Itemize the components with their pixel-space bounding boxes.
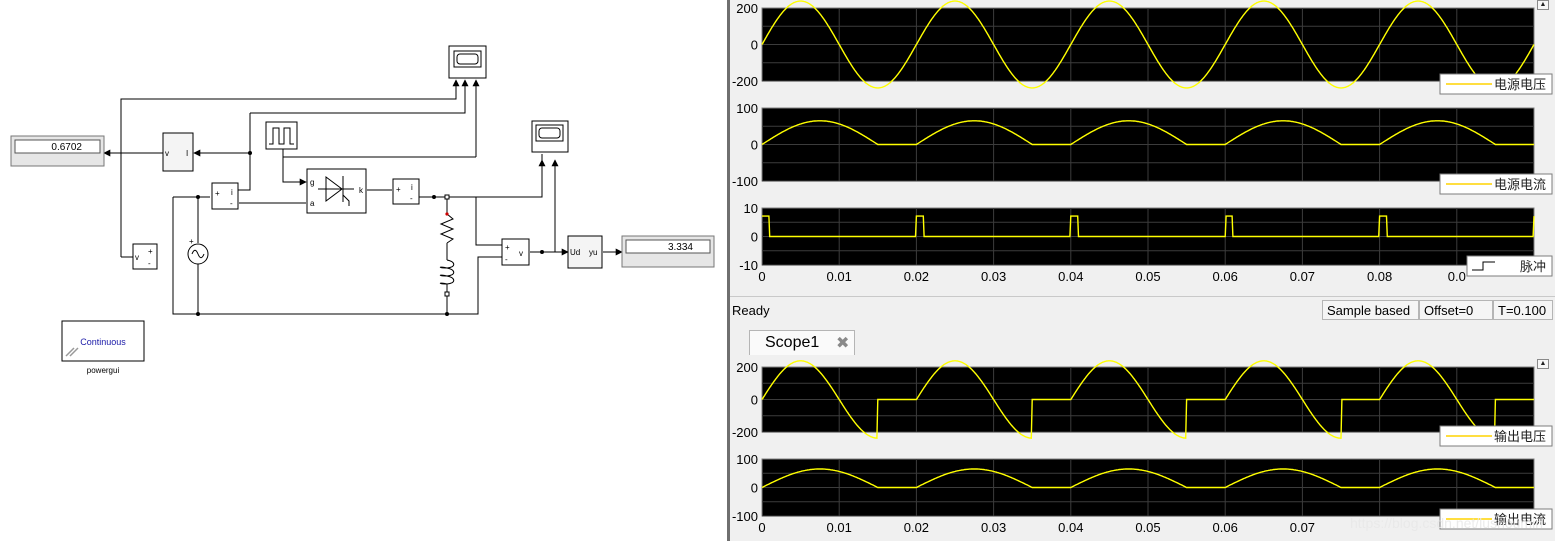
x-tick-label: 0	[758, 269, 765, 284]
x-tick-label: 0.04	[1058, 520, 1083, 535]
thyristor-block[interactable]: g a k	[307, 169, 366, 213]
voltage-measurement-block-1[interactable]: v + -	[133, 244, 157, 269]
svg-text:a: a	[310, 199, 315, 208]
svg-text:v: v	[135, 253, 139, 262]
restore-axes-icon[interactable]: ▲	[1537, 0, 1549, 10]
scope-status-bar: Ready Sample based Offset=0 T=0.100	[730, 296, 1555, 326]
tab-scope1-label: Scope1	[765, 334, 819, 352]
y-tick-label: 0	[751, 230, 758, 245]
svg-text:v: v	[519, 249, 523, 258]
scope-axes-top-1[interactable]: 200 0 -200 电源电压	[732, 1, 1552, 94]
svg-text:v: v	[165, 149, 169, 158]
y-tick-label: 0	[751, 38, 758, 53]
rms-measure-block[interactable]: v I	[163, 133, 193, 171]
status-time: T=0.100	[1493, 300, 1553, 320]
y-tick-label: -100	[732, 174, 758, 189]
x-tick-label: 0.08	[1367, 269, 1392, 284]
display-block-1[interactable]: 0.6702	[11, 136, 104, 166]
svg-text:yu: yu	[589, 248, 597, 257]
y-tick-label: 0	[751, 393, 758, 408]
scope-axes-top-2[interactable]: 100 0 -100 电源电流	[732, 101, 1552, 194]
y-tick-label: -100	[732, 509, 758, 524]
svg-text:+: +	[505, 243, 510, 252]
legend-label: 电源电压	[1494, 77, 1546, 92]
svg-text:+: +	[396, 185, 401, 194]
scope-window: 2000-200电源电压1000-100电源电流100-10脉冲00.010.0…	[730, 0, 1555, 296]
y-tick-label: 0	[751, 481, 758, 496]
ud-subsystem-block[interactable]: Ud yu	[568, 236, 602, 268]
display-1-value: 0.6702	[51, 142, 82, 153]
x-tick-label: 0.01	[827, 520, 852, 535]
y-tick-label: 100	[736, 452, 758, 467]
current-measurement-block-1[interactable]: + i -	[212, 183, 238, 209]
display-block-2[interactable]: 3.334	[622, 236, 714, 267]
svg-text:-: -	[230, 199, 233, 208]
status-offset: Offset=0	[1419, 300, 1493, 320]
svg-text:+: +	[189, 237, 194, 246]
svg-text:-: -	[148, 259, 151, 268]
close-icon[interactable]: ✖	[836, 333, 849, 353]
powergui-block[interactable]: Continuous powergui	[62, 321, 144, 375]
x-tick-label: 0.07	[1290, 269, 1315, 284]
status-ready: Ready	[732, 303, 770, 318]
svg-text:-: -	[410, 194, 413, 203]
legend-label: 电源电流	[1494, 177, 1546, 192]
y-tick-label: 200	[736, 360, 758, 375]
x-tick-label: 0.06	[1213, 520, 1238, 535]
scope-axes-bottom-1[interactable]: 200 0 -200 输出电压	[732, 360, 1552, 446]
x-tick-label: 0.02	[904, 520, 929, 535]
svg-text:i: i	[231, 188, 233, 197]
legend-label: 输出电压	[1494, 429, 1546, 444]
y-tick-label: 100	[736, 101, 758, 116]
tab-scope1[interactable]: Scope1 ✖	[749, 330, 855, 355]
restore-axes-icon[interactable]: ▲	[1537, 359, 1549, 369]
x-tick-label: 0.02	[904, 269, 929, 284]
x-tick-label: 0.0	[1448, 269, 1466, 284]
current-measurement-block-2[interactable]: + i -	[393, 179, 419, 204]
y-tick-label: -200	[732, 74, 758, 89]
x-tick-label: 0.07	[1290, 520, 1315, 535]
legend[interactable]: 电源电流	[1440, 174, 1552, 194]
display-2-value: 3.334	[668, 242, 693, 253]
x-tick-label: 0	[758, 520, 765, 535]
svg-text:+: +	[215, 189, 220, 198]
x-tick-label: 0.05	[1135, 269, 1160, 284]
watermark: https://blog.csdn.net/lushoumin	[1350, 515, 1543, 531]
svg-text:g: g	[310, 178, 314, 187]
x-tick-label: 0.04	[1058, 269, 1083, 284]
svg-text:Ud: Ud	[570, 248, 580, 257]
legend-label: 脉冲	[1520, 259, 1546, 274]
legend[interactable]: 电源电压	[1440, 74, 1552, 94]
legend[interactable]: 输出电压	[1440, 426, 1552, 446]
svg-text:+: +	[148, 247, 153, 256]
powergui-label: powergui	[87, 366, 120, 375]
simulink-model-canvas[interactable]: 0.6702 v I + i - g a k	[0, 0, 728, 541]
x-tick-label: 0.06	[1213, 269, 1238, 284]
scope-axes-top-3[interactable]: 100-10脉冲00.010.020.030.040.050.060.070.0…	[739, 201, 1552, 284]
pulse-generator-block[interactable]	[266, 122, 297, 149]
y-tick-label: -10	[739, 258, 758, 273]
x-tick-label: 0.03	[981, 269, 1006, 284]
scope1-block[interactable]	[532, 121, 568, 152]
x-tick-label: 0.01	[827, 269, 852, 284]
legend[interactable]: 脉冲	[1467, 256, 1552, 276]
scope1-window: 2000-200输出电压1000-100输出电流00.010.020.030.0…	[730, 355, 1555, 541]
y-tick-label: 0	[751, 138, 758, 153]
scope-block[interactable]	[449, 46, 486, 78]
status-sample-mode: Sample based	[1322, 300, 1419, 320]
svg-text:Continuous: Continuous	[80, 337, 126, 347]
voltage-measurement-block-2[interactable]: + - v	[502, 239, 529, 265]
svg-text:i: i	[411, 183, 413, 192]
x-tick-label: 0.05	[1135, 520, 1160, 535]
svg-text:-: -	[505, 255, 508, 264]
y-tick-label: 10	[744, 201, 758, 216]
y-tick-label: 200	[736, 1, 758, 16]
x-tick-label: 0.03	[981, 520, 1006, 535]
scope-tab-strip: Scope1 ✖	[730, 325, 1555, 355]
y-tick-label: -200	[732, 425, 758, 440]
svg-text:I: I	[186, 149, 188, 158]
